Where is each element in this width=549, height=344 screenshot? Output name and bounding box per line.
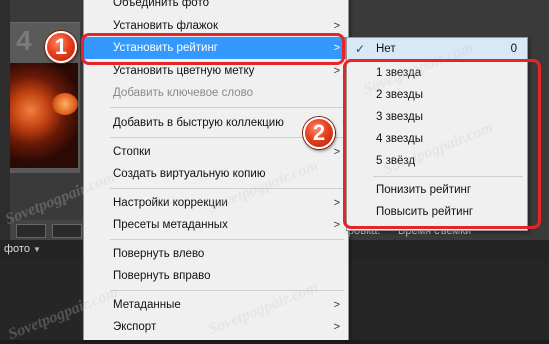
- photo-thumbnail-highlight: [52, 93, 78, 115]
- submenu-arrow-icon: >: [333, 321, 340, 333]
- rating-none-shortcut: 0: [510, 43, 517, 55]
- menu-item-metadata-presets[interactable]: Пресеты метаданных >: [84, 214, 348, 236]
- annotation-highlight-rating-options: [343, 59, 541, 229]
- menu-item-label: Пресеты метаданных: [113, 219, 228, 231]
- submenu-arrow-icon: >: [333, 197, 340, 209]
- menu-item-label: Стопки: [113, 146, 151, 158]
- step-1-badge: 1: [45, 31, 77, 63]
- menu-item-metadata[interactable]: Метаданные >: [84, 294, 348, 316]
- menu-item-label: Создать виртуальную копию: [113, 168, 266, 180]
- step-2-badge: 2: [303, 117, 335, 149]
- menu-item-label: Установить флажок: [113, 20, 218, 32]
- menu-separator: [110, 290, 344, 291]
- menu-item-export[interactable]: Экспорт >: [84, 316, 348, 338]
- panel-left-strip: [0, 0, 10, 240]
- loupe-view-button[interactable]: [52, 224, 82, 238]
- grid-view-button[interactable]: [16, 224, 46, 238]
- menu-item-develop-settings[interactable]: Настройки коррекции >: [84, 192, 348, 214]
- menu-item-label: Установить цветную метку: [113, 65, 255, 77]
- photo-index-number: 4: [16, 25, 32, 56]
- menu-item-label: Экспорт: [113, 321, 157, 333]
- menu-item-label: Метаданные: [113, 299, 181, 311]
- menu-item-label: Повернуть влево: [113, 248, 205, 260]
- photo-thumbnail-image[interactable]: [10, 63, 78, 168]
- menu-item-label: Объединить фото: [113, 0, 209, 9]
- annotation-highlight-set-rating: [81, 33, 345, 65]
- menu-item-add-keyword: Добавить ключевое слово: [84, 82, 348, 104]
- rating-none-item[interactable]: ✓ Нет 0: [347, 38, 527, 60]
- menu-item-rotate-left[interactable]: Повернуть влево: [84, 243, 348, 265]
- rating-none-label: Нет: [376, 43, 396, 55]
- menu-item-group-photos[interactable]: Объединить фото: [84, 0, 348, 14]
- menu-item-label: Повернуть вправо: [113, 270, 211, 282]
- menu-item-label: Настройки коррекции: [113, 197, 228, 209]
- submenu-arrow-icon: >: [333, 299, 340, 311]
- menu-separator: [110, 239, 344, 240]
- checkmark-icon: ✓: [355, 42, 366, 56]
- menu-item-label: Добавить в быструю коллекцию: [113, 117, 284, 129]
- menu-item-label: Добавить ключевое слово: [113, 87, 253, 99]
- menu-separator: [110, 188, 344, 189]
- submenu-arrow-icon: >: [333, 146, 340, 158]
- source-label[interactable]: фото: [4, 243, 30, 255]
- chevron-down-icon[interactable]: ▼: [33, 245, 41, 254]
- menu-item-rotate-right[interactable]: Повернуть вправо: [84, 265, 348, 287]
- menu-separator: [110, 107, 344, 108]
- menu-item-create-virtual-copy[interactable]: Создать виртуальную копию: [84, 163, 348, 185]
- submenu-arrow-icon: >: [333, 219, 340, 231]
